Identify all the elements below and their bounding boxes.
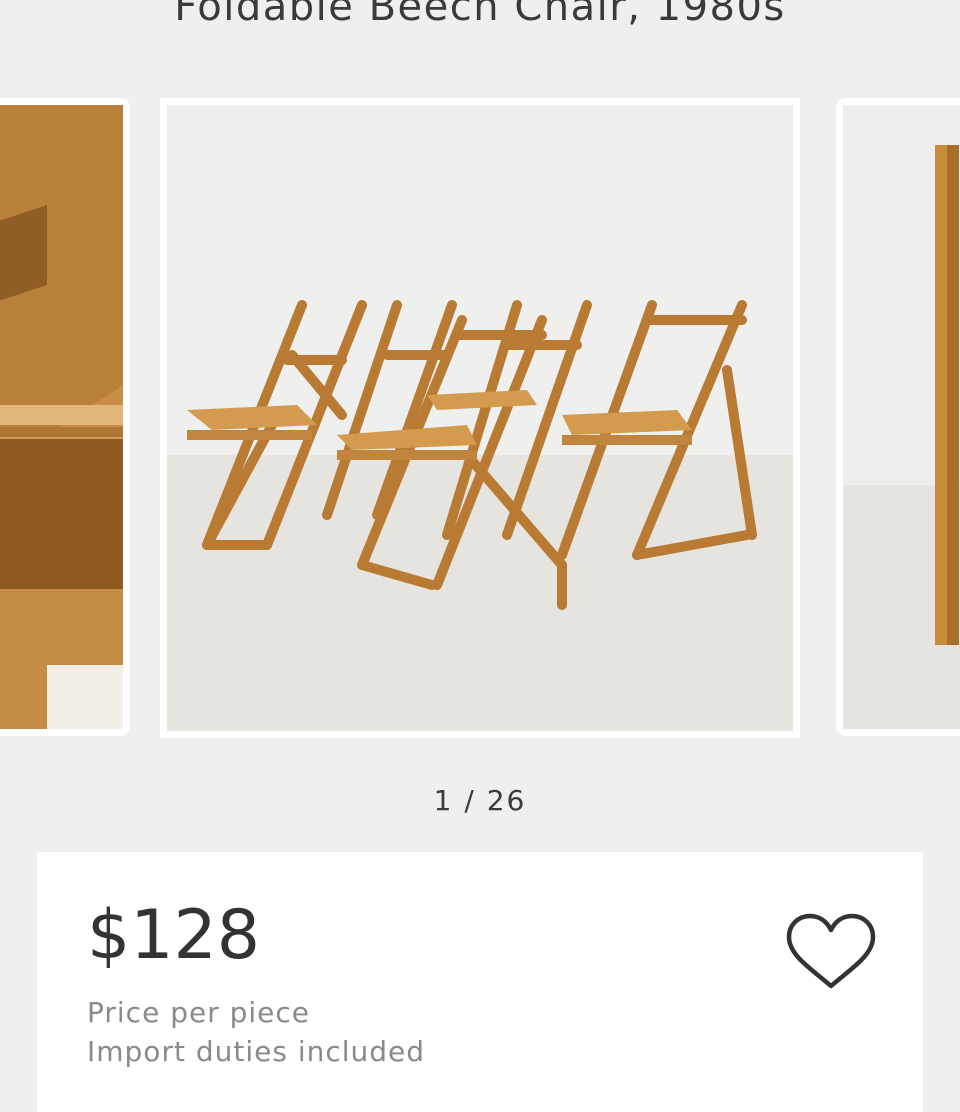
carousel-slide-current[interactable]: [160, 98, 800, 738]
product-title: Foldable Beech Chair, 1980s: [174, 0, 786, 30]
import-duties-note: Import duties included: [87, 1035, 426, 1068]
price-value: $128: [87, 896, 261, 975]
heart-outline-icon: [786, 913, 876, 989]
product-image-closeup: [0, 105, 123, 729]
carousel-slide-previous[interactable]: [0, 98, 130, 736]
favorite-button[interactable]: [785, 912, 877, 992]
product-image-chairs: [167, 105, 793, 731]
price-unit-note: Price per piece: [87, 996, 311, 1029]
carousel-pager: 1 / 26: [433, 784, 527, 817]
price-card: $128 Price per piece Import duties inclu…: [37, 852, 923, 1112]
image-carousel[interactable]: [0, 96, 960, 738]
carousel-slide-next[interactable]: [836, 98, 960, 736]
product-image-folded: [843, 105, 960, 729]
